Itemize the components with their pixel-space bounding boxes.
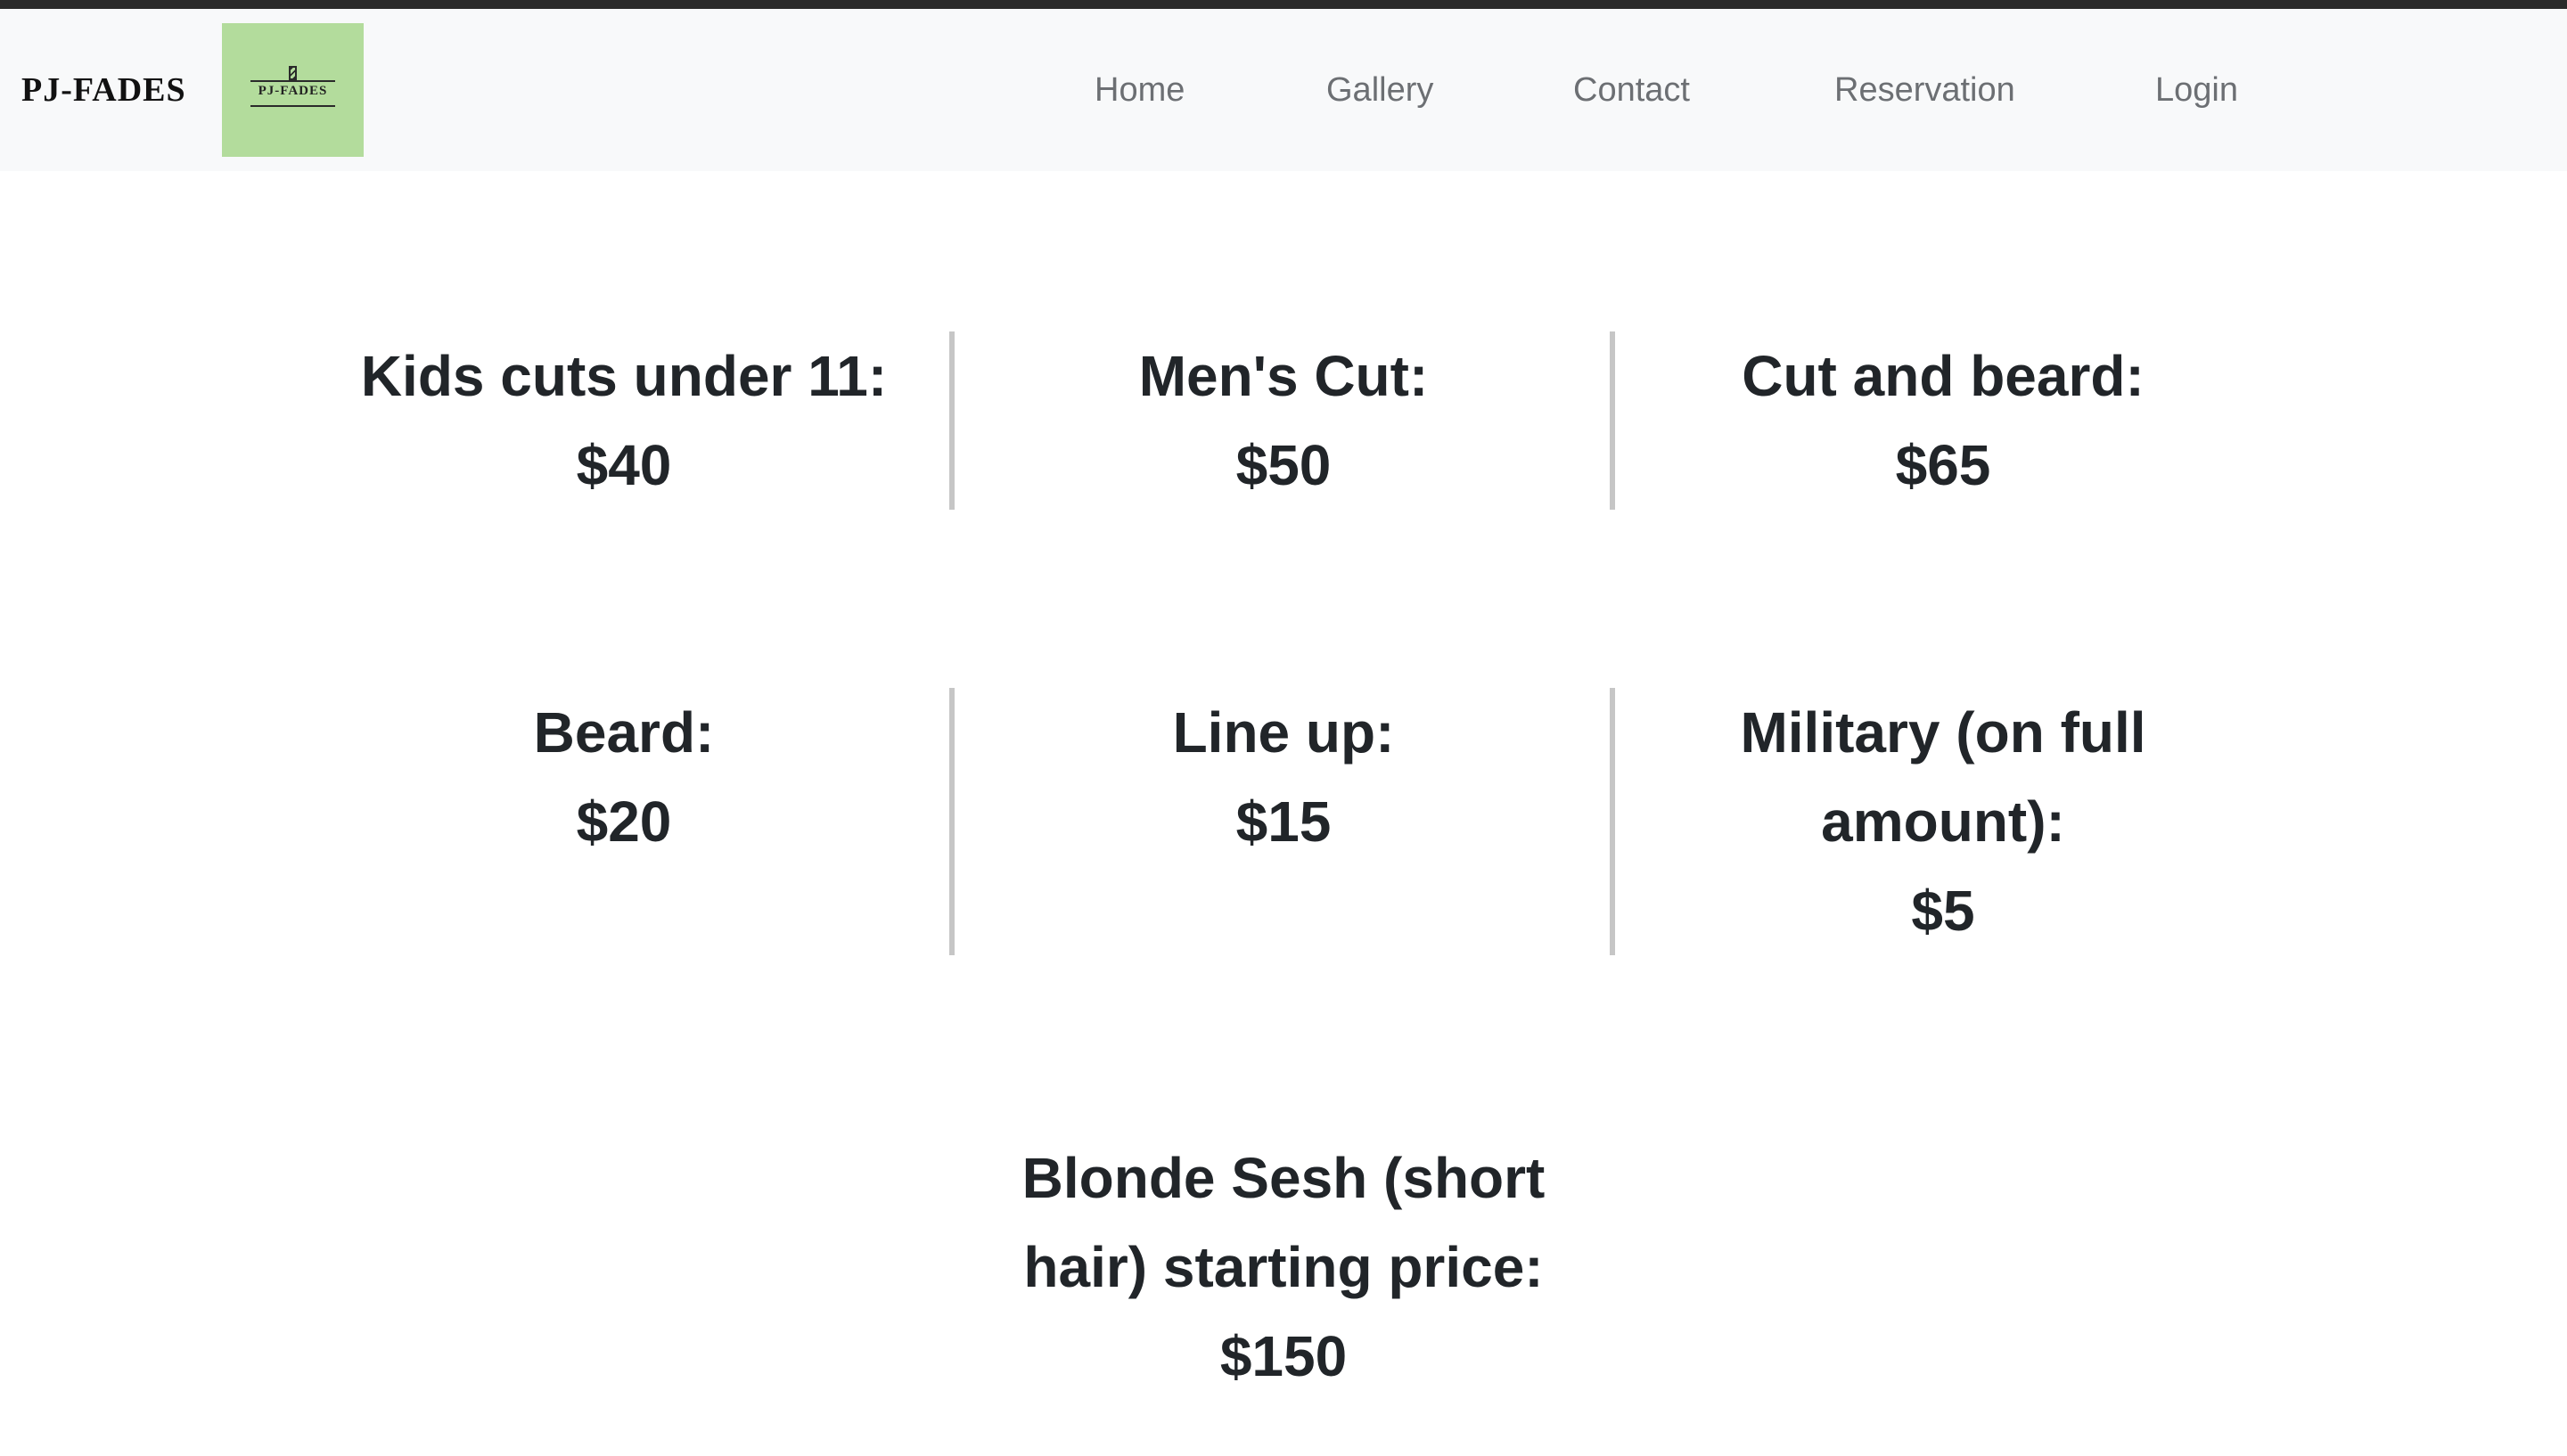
price-item-title: Cut and beard: [1742, 344, 2145, 408]
price-item-value: $150 [1219, 1324, 1348, 1388]
price-item-value: $15 [1235, 789, 1332, 854]
price-item-beard: Beard: $20 [294, 688, 954, 866]
nav-link-login[interactable]: Login [2155, 9, 2238, 171]
top-border-strip [0, 0, 2567, 9]
nav-links: Home Gallery Contact Reservation Login [0, 9, 2567, 171]
navbar: PJ-FADES PJ-FADES Home Gallery Contact R… [0, 9, 2567, 171]
price-item-mens-cut: Men's Cut: $50 [954, 331, 1613, 510]
nav-link-gallery[interactable]: Gallery [1326, 9, 1433, 171]
price-item-value: $20 [576, 789, 672, 854]
price-item-title: Blonde Sesh (short hair) starting price: [1021, 1146, 1546, 1299]
price-item-cut-and-beard: Cut and beard: $65 [1613, 331, 2273, 510]
price-item-title: Kids cuts under 11: [360, 344, 888, 408]
nav-link-home[interactable]: Home [1095, 9, 1185, 171]
price-item-kids-cut: Kids cuts under 11: $40 [294, 331, 954, 510]
price-item-military: Military (on full amount): $5 [1613, 688, 2273, 955]
price-item-title: Military (on full amount): [1740, 700, 2146, 854]
price-item-blonde-sesh: Blonde Sesh (short hair) starting price:… [954, 1133, 1613, 1401]
nav-link-contact[interactable]: Contact [1573, 9, 1690, 171]
price-item-value: $40 [576, 433, 672, 497]
price-item-value: $65 [1895, 433, 1991, 497]
price-item-value: $50 [1235, 433, 1332, 497]
price-item-line-up: Line up: $15 [954, 688, 1613, 866]
price-item-title: Beard: [533, 700, 715, 765]
price-item-title: Men's Cut: [1138, 344, 1429, 408]
nav-link-reservation[interactable]: Reservation [1834, 9, 2015, 171]
price-item-value: $5 [1911, 879, 1975, 943]
price-item-title: Line up: [1172, 700, 1395, 765]
